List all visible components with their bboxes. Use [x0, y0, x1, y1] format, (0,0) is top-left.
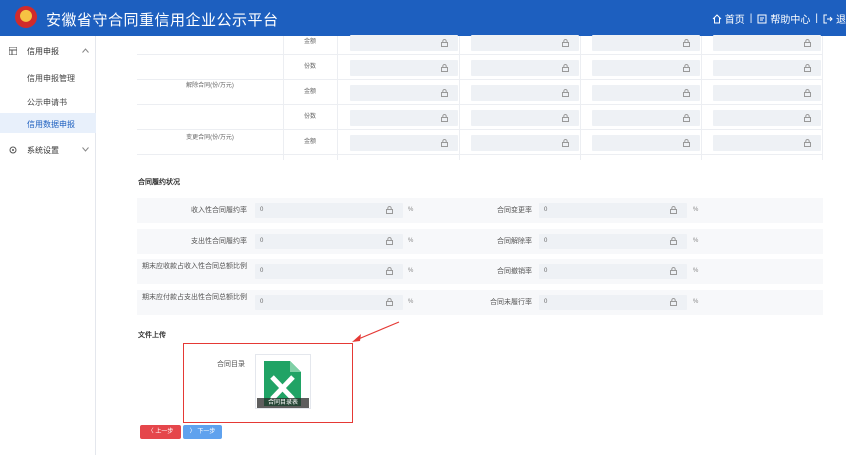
next-step-button[interactable]: 〉 下一步	[183, 425, 222, 439]
sidebar: 信用申报 信用申报管理 公示申请书 信用数据申报 系统设置	[0, 36, 96, 455]
amount-input[interactable]	[471, 85, 579, 101]
lock-icon	[562, 139, 569, 147]
lock-icon	[670, 206, 677, 214]
perf-left-input[interactable]: 0	[255, 264, 403, 279]
perf-left-input[interactable]: 0	[255, 203, 403, 218]
lock-icon	[386, 237, 393, 245]
perf-left-unit: %	[408, 268, 414, 274]
amount-input[interactable]	[350, 60, 458, 76]
sidebar-group-credit-report[interactable]: 信用申报	[0, 40, 96, 62]
lock-icon	[441, 89, 448, 97]
perf-right-label: 合同撤销率	[497, 268, 532, 275]
amount-input[interactable]	[471, 135, 579, 151]
perf-left-unit: %	[408, 299, 414, 305]
amount-input[interactable]	[350, 85, 458, 101]
lock-icon	[441, 64, 448, 72]
lock-icon	[441, 39, 448, 47]
perf-right-label: 合同变更率	[497, 207, 532, 214]
section-title-performance: 合同履约状况	[138, 179, 180, 186]
perf-left-input[interactable]: 0	[255, 295, 403, 310]
lock-icon	[804, 139, 811, 147]
perf-right-unit: %	[693, 268, 699, 274]
lock-icon	[562, 64, 569, 72]
perf-left-label: 收入性合同履约率	[191, 207, 247, 214]
file-name-label: 合同目录表	[257, 398, 309, 408]
lock-icon	[441, 114, 448, 122]
emblem-logo	[15, 6, 37, 28]
amount-input[interactable]	[713, 135, 821, 151]
lock-icon	[804, 39, 811, 47]
home-icon	[712, 13, 722, 23]
lock-icon	[683, 39, 690, 47]
perf-left-unit: %	[408, 207, 414, 213]
row-label-terminated-contracts: 解除合同(份/万元)	[186, 83, 234, 89]
gear-icon	[9, 146, 17, 154]
lock-icon	[562, 89, 569, 97]
help-icon	[757, 14, 767, 23]
lock-icon	[683, 114, 690, 122]
perf-left-unit: %	[408, 238, 414, 244]
lock-icon	[683, 139, 690, 147]
amount-input[interactable]	[350, 135, 458, 151]
amount-input[interactable]	[713, 35, 821, 51]
lock-icon	[670, 237, 677, 245]
sidebar-item-credit-report-manage[interactable]: 信用申报管理	[27, 73, 75, 84]
help-center-link[interactable]: 帮助中心	[770, 11, 810, 26]
lock-icon	[670, 267, 677, 275]
lock-icon	[562, 114, 569, 122]
amount-input[interactable]	[471, 110, 579, 126]
perf-right-input[interactable]: 0	[539, 203, 687, 218]
sidebar-item-credit-data-report[interactable]: 信用数据申报	[27, 119, 75, 130]
perf-right-unit: %	[693, 238, 699, 244]
amount-input[interactable]	[592, 110, 700, 126]
perf-right-unit: %	[693, 207, 699, 213]
perf-right-input[interactable]: 0	[539, 234, 687, 249]
amount-input[interactable]	[350, 110, 458, 126]
perf-right-label: 合同解除率	[497, 238, 532, 245]
home-link[interactable]: 首页	[725, 11, 745, 26]
lock-icon	[804, 89, 811, 97]
perf-left-label: 期末应付款占支出性合同总额比例	[142, 294, 247, 301]
lock-icon	[386, 298, 393, 306]
lock-icon	[670, 298, 677, 306]
perf-left-label: 支出性合同履约率	[191, 238, 247, 245]
upload-label: 合同目录	[217, 361, 245, 368]
sidebar-item-public-application[interactable]: 公示申请书	[27, 97, 67, 108]
amount-input[interactable]	[592, 35, 700, 51]
perf-right-unit: %	[693, 299, 699, 305]
amount-input[interactable]	[471, 35, 579, 51]
logout-link[interactable]: 退	[836, 11, 846, 26]
sidebar-group-system-settings[interactable]: 系统设置	[0, 139, 96, 161]
lock-icon	[683, 64, 690, 72]
row-label-changed-contracts: 变更合同(份/万元)	[186, 135, 234, 141]
grid-icon	[9, 47, 17, 55]
app-title: 安徽省守合同重信用企业公示平台	[46, 12, 279, 29]
perf-right-label: 合同未履行率	[490, 299, 532, 306]
amount-input[interactable]	[713, 110, 821, 126]
top-nav: 首页 | 帮助中心 | 退	[712, 11, 846, 26]
lock-icon	[804, 64, 811, 72]
lock-icon	[386, 267, 393, 275]
lock-icon	[804, 114, 811, 122]
amount-input[interactable]	[592, 60, 700, 76]
amount-input[interactable]	[713, 60, 821, 76]
chevron-up-icon	[82, 48, 89, 53]
lock-icon	[683, 89, 690, 97]
logout-icon	[823, 14, 833, 23]
amount-input[interactable]	[592, 85, 700, 101]
lock-icon	[441, 139, 448, 147]
lock-icon	[386, 206, 393, 214]
amount-input[interactable]	[592, 135, 700, 151]
perf-left-label: 期末应收款占收入性合同总额比例	[142, 263, 247, 270]
prev-step-button[interactable]: 〈 上一步	[140, 425, 181, 439]
lock-icon	[562, 39, 569, 47]
chevron-down-icon	[82, 147, 89, 152]
perf-left-input[interactable]: 0	[255, 234, 403, 249]
section-title-upload: 文件上传	[138, 332, 166, 339]
perf-right-input[interactable]: 0	[539, 264, 687, 279]
amount-input[interactable]	[713, 85, 821, 101]
perf-right-input[interactable]: 0	[539, 295, 687, 310]
amount-input[interactable]	[471, 60, 579, 76]
amount-input[interactable]	[350, 35, 458, 51]
